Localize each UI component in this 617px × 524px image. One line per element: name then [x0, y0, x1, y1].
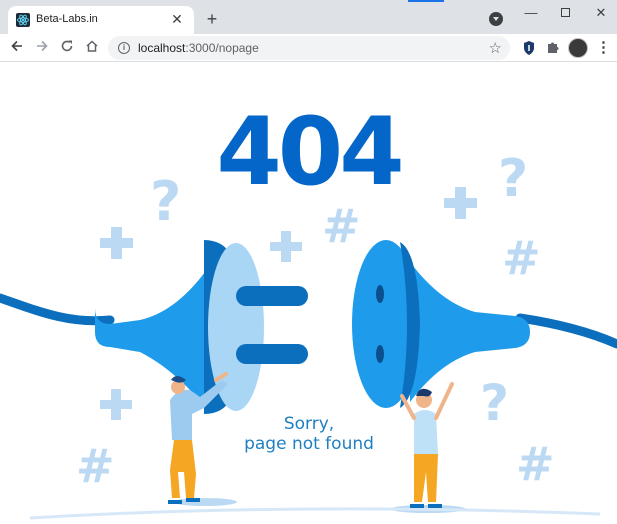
home-icon [86, 40, 98, 52]
new-tab-button[interactable]: + [202, 9, 222, 29]
info-icon[interactable]: i [118, 42, 130, 54]
message-line-1: Sorry, [283, 414, 335, 434]
right-cable [515, 313, 617, 349]
ground-line [29, 507, 601, 520]
not-found-page: ? ? ? # # # # 404 Sorry, page not found [0, 62, 617, 524]
restore-icon [560, 8, 570, 17]
plug-prong-top [236, 286, 308, 306]
more-menu-icon[interactable]: ⋮ [596, 39, 611, 57]
url-host: localhost [138, 41, 186, 55]
hash-icon: # [76, 439, 115, 493]
tab-title: Beta-Labs.in [36, 13, 98, 25]
close-tab-icon[interactable]: ✕ [168, 10, 186, 28]
hash-icon: # [322, 199, 361, 253]
arrow-left-icon [11, 40, 22, 52]
extensions-puzzle-icon[interactable] [544, 39, 562, 57]
reload-button[interactable] [57, 38, 77, 58]
right-person [400, 382, 454, 508]
plus-icon [100, 389, 132, 420]
socket-hole-top [376, 285, 384, 303]
forward-button[interactable] [32, 38, 52, 58]
socket-hole-bottom [376, 345, 384, 363]
home-button[interactable] [82, 38, 102, 58]
hash-icon: # [502, 231, 541, 285]
floor-shadow [173, 498, 237, 506]
left-cable [0, 293, 115, 326]
minimize-button[interactable]: — [516, 2, 546, 24]
error-code-heading: 404 [216, 98, 404, 207]
bookmark-star-icon[interactable]: ☆ [489, 39, 502, 57]
tab-strip: Beta-Labs.in ✕ + — ✕ [0, 0, 617, 34]
extension-shield-icon[interactable] [520, 39, 538, 57]
back-button[interactable] [7, 38, 27, 58]
not-found-message: Sorry, page not found [214, 414, 404, 454]
url-path: :3000/nopage [185, 41, 259, 55]
tab-search-icon[interactable] [489, 12, 503, 26]
address-bar[interactable]: i localhost:3000/nopage ☆ [108, 36, 510, 60]
arrow-right-icon [37, 40, 48, 52]
reload-icon [61, 40, 73, 52]
profile-avatar[interactable] [568, 38, 588, 58]
hash-icon: # [516, 437, 555, 491]
browser-toolbar: i localhost:3000/nopage ☆ ⋮ [0, 34, 617, 62]
plug-prong-bottom [236, 344, 308, 364]
plus-icon [270, 231, 302, 262]
maximize-button[interactable] [550, 2, 580, 24]
url-text[interactable]: localhost:3000/nopage [138, 41, 259, 55]
browser-tab[interactable]: Beta-Labs.in ✕ [8, 6, 194, 34]
tab-strip-accent [408, 0, 444, 2]
question-mark-icon: ? [480, 374, 509, 432]
plus-icon [100, 227, 133, 259]
close-window-button[interactable]: ✕ [586, 2, 616, 24]
react-favicon-icon [16, 13, 30, 27]
left-plug [95, 240, 308, 414]
message-line-2: page not found [244, 434, 374, 454]
